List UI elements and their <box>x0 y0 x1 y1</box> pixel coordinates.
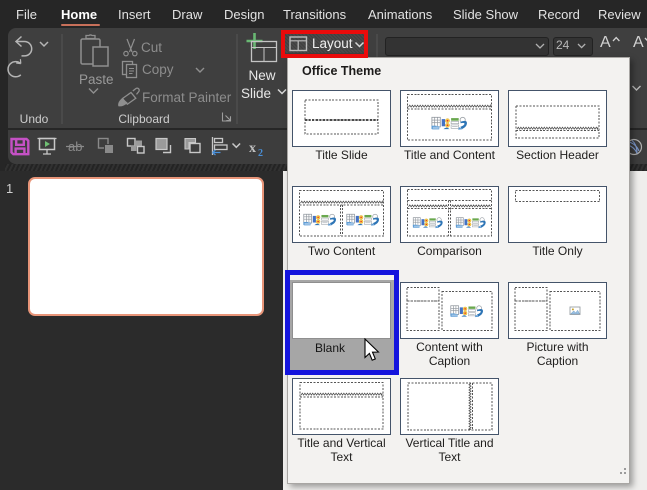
svg-text:2: 2 <box>258 148 263 159</box>
svg-text:x: x <box>249 141 256 156</box>
